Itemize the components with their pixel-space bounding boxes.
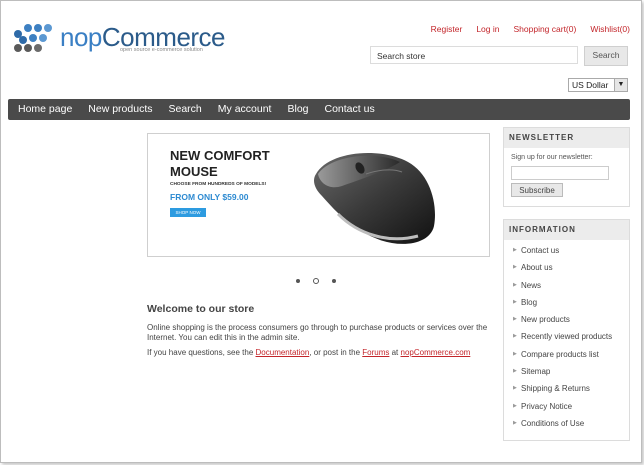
- arrow-right-icon: ▶: [513, 247, 517, 253]
- info-link-label: Contact us: [521, 246, 560, 255]
- menu-my-account[interactable]: My account: [210, 99, 280, 120]
- info-link-about-us[interactable]: ▶ About us: [504, 259, 629, 276]
- arrow-right-icon: ▶: [513, 281, 517, 288]
- info-link-label: About us: [521, 263, 553, 273]
- information-list: ▶ Contact us ▶ About us ▶ News ▶ Blog ▶ New p…: [504, 242, 629, 432]
- info-link-label: Privacy Notice: [521, 401, 573, 411]
- info-link-sitemap[interactable]: ▶ Sitemap: [504, 363, 629, 380]
- info-link-label: Compare products list: [521, 349, 599, 359]
- login-link[interactable]: Log in: [476, 24, 499, 34]
- forums-link[interactable]: Forums: [362, 348, 389, 357]
- arrow-right-icon: ▶: [513, 264, 517, 271]
- info-link-conditions-of-use[interactable]: ▶ Conditions of Use: [504, 415, 629, 432]
- info-link-news[interactable]: ▶ News: [504, 277, 629, 294]
- menu-home-page[interactable]: Home page: [8, 99, 80, 120]
- search-input[interactable]: Search store: [370, 46, 578, 64]
- shop-now-button[interactable]: SHOP NOW: [170, 208, 206, 217]
- slider-pagination: [296, 278, 336, 284]
- register-link[interactable]: Register: [431, 24, 463, 34]
- help-text-part: If you have questions, see the: [147, 348, 256, 357]
- arrow-right-icon: ▶: [513, 298, 517, 305]
- help-text-part: at: [389, 348, 401, 357]
- search-button[interactable]: Search: [584, 46, 628, 66]
- nopcommerce-link[interactable]: nopCommerce.com: [401, 348, 471, 357]
- info-link-label: Blog: [521, 297, 538, 307]
- logo-dots-icon: [12, 22, 62, 56]
- mouse-product-image: [314, 152, 435, 244]
- info-link-label: Sitemap: [521, 367, 551, 377]
- arrow-right-icon: ▶: [513, 402, 517, 409]
- newsletter-label: Sign up for our newsletter:: [511, 154, 593, 161]
- menu-search[interactable]: Search: [161, 99, 210, 120]
- info-link-label: Recently viewed products: [521, 332, 613, 342]
- slide-subtitle: CHOOSE FROM HUNDREDS OF MODELS!: [170, 182, 267, 187]
- newsletter-email-input[interactable]: [511, 166, 609, 180]
- slide-title: NEW COMFORT MOUSE: [170, 148, 270, 179]
- welcome-title: Welcome to our store: [147, 303, 255, 315]
- arrow-right-icon: ▶: [513, 368, 517, 375]
- info-link-new-products[interactable]: ▶ New products: [504, 311, 629, 328]
- info-link-label: New products: [521, 315, 570, 325]
- info-link-label: Conditions of Use: [521, 418, 585, 428]
- subscribe-button[interactable]: Subscribe: [511, 183, 563, 197]
- newsletter-title: NEWSLETTER: [504, 128, 629, 148]
- documentation-link[interactable]: Documentation: [256, 348, 310, 357]
- shopping-cart-link[interactable]: Shopping cart(0): [513, 24, 576, 34]
- arrow-right-icon: ▶: [513, 350, 517, 357]
- welcome-text: Online shopping is the process consumers…: [147, 323, 488, 342]
- welcome-help-text: If you have questions, see the Documenta…: [147, 348, 493, 357]
- menu-new-products[interactable]: New products: [80, 99, 160, 120]
- menu-blog[interactable]: Blog: [279, 99, 316, 120]
- currency-value: US Dollar: [572, 80, 609, 90]
- info-link-blog[interactable]: ▶ Blog: [504, 294, 629, 311]
- header-links: Register Log in Shopping cart(0) Wishlis…: [431, 24, 630, 34]
- info-link-recently-viewed[interactable]: ▶ Recently viewed products: [504, 328, 629, 345]
- info-link-compare-products[interactable]: ▶ Compare products list: [504, 346, 629, 363]
- info-link-label: Shipping & Returns: [521, 384, 590, 394]
- arrow-right-icon: ▶: [513, 385, 517, 392]
- main-menu: Home page New products Search My account…: [8, 99, 630, 120]
- home-slider[interactable]: NEW COMFORT MOUSE CHOOSE FROM HUNDREDS O…: [147, 133, 490, 257]
- arrow-right-icon: ▶: [513, 316, 517, 323]
- slider-dot-2[interactable]: [313, 278, 319, 284]
- store-logo[interactable]: nopCommerce open source e-commerce solut…: [12, 22, 226, 60]
- wishlist-link[interactable]: Wishlist(0): [590, 24, 630, 34]
- logo-tagline: open source e-commerce solution: [120, 47, 203, 53]
- arrow-right-icon: ▶: [513, 333, 517, 340]
- menu-contact-us[interactable]: Contact us: [317, 99, 383, 120]
- newsletter-block: NEWSLETTER Sign up for our newsletter: S…: [503, 127, 630, 207]
- chevron-down-icon: ▼: [614, 79, 627, 91]
- search-box: Search store Search: [370, 46, 628, 66]
- information-title: INFORMATION: [504, 220, 629, 240]
- info-link-shipping-returns[interactable]: ▶ Shipping & Returns: [504, 380, 629, 397]
- currency-selector[interactable]: US Dollar ▼: [568, 78, 628, 92]
- info-link-contact-us[interactable]: ▶ Contact us: [504, 242, 629, 259]
- arrow-right-icon: ▶: [513, 419, 517, 426]
- info-link-label: News: [521, 280, 542, 290]
- information-block: INFORMATION ▶ Contact us ▶ About us ▶ News …: [503, 219, 630, 441]
- slider-dot-3[interactable]: [332, 279, 336, 283]
- help-text-part: , or post in the: [309, 348, 363, 357]
- slide-price: FROM ONLY $59.00: [170, 192, 249, 202]
- info-link-privacy-notice[interactable]: ▶ Privacy Notice: [504, 398, 629, 415]
- slider-dot-1[interactable]: [296, 279, 300, 283]
